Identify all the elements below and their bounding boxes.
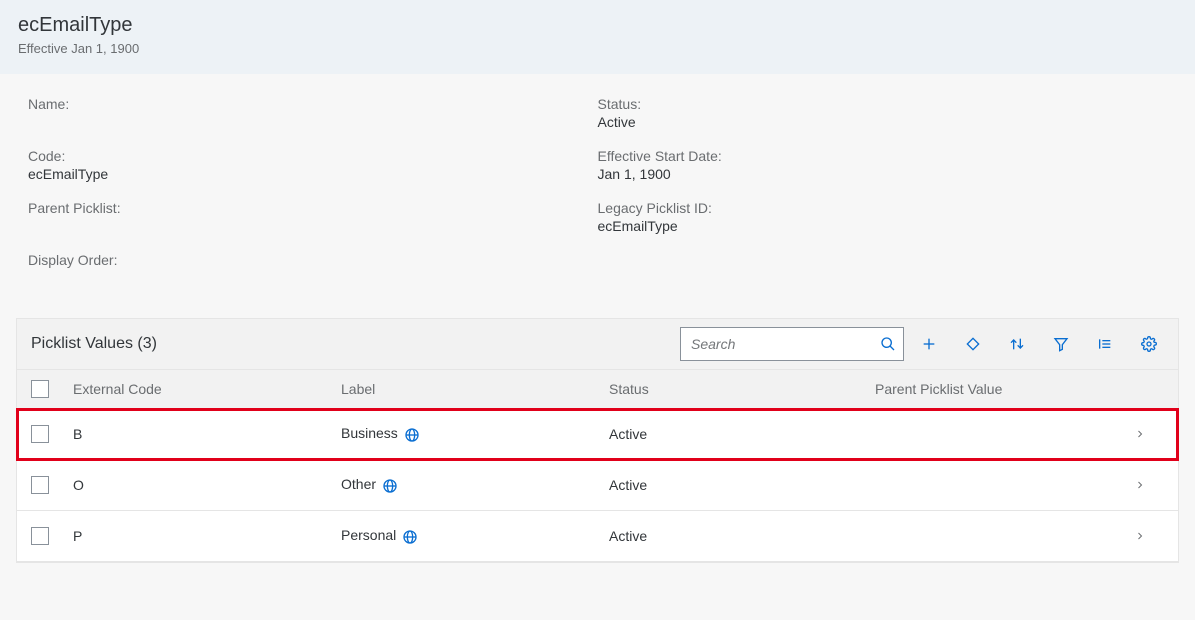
row-checkbox[interactable] [31,527,49,545]
cell-external-code: O [73,477,341,493]
sort-icon[interactable] [1008,335,1026,353]
chevron-right-icon[interactable] [1134,428,1164,440]
gear-icon[interactable] [1140,335,1158,353]
status-value: Active [598,114,1168,130]
cell-label: Business [341,425,609,442]
legacy-value: ecEmailType [598,218,1168,234]
legacy-label: Legacy Picklist ID: [598,200,1168,216]
page-header: ecEmailType Effective Jan 1, 1900 [0,0,1195,74]
cell-label: Personal [341,527,609,544]
search-icon[interactable] [878,334,898,354]
name-label: Name: [28,96,598,112]
diamond-icon[interactable] [964,335,982,353]
cell-external-code: B [73,426,341,442]
cell-label: Other [341,476,609,493]
col-header-parent[interactable]: Parent Picklist Value [875,381,1134,397]
eff-start-value: Jan 1, 1900 [598,166,1168,182]
row-checkbox[interactable] [31,425,49,443]
page-subtitle: Effective Jan 1, 1900 [18,41,1177,56]
col-header-external-code[interactable]: External Code [73,381,341,397]
cell-status: Active [609,426,875,442]
filter-icon[interactable] [1052,335,1070,353]
code-label: Code: [28,148,598,164]
chevron-right-icon[interactable] [1134,530,1164,542]
picklist-values-table: Picklist Values (3) [16,318,1179,563]
row-checkbox[interactable] [31,476,49,494]
display-order-label: Display Order: [28,252,598,268]
details-panel: Name: Status: Active Code: ecEmailType E… [0,74,1195,318]
col-header-label[interactable]: Label [341,381,609,397]
add-icon[interactable] [920,335,938,353]
eff-start-label: Effective Start Date: [598,148,1168,164]
list-icon[interactable] [1096,335,1114,353]
table-row[interactable]: PPersonalActive [17,511,1178,562]
chevron-right-icon[interactable] [1134,479,1164,491]
cell-external-code: P [73,528,341,544]
table-row[interactable]: BBusinessActive [17,409,1178,460]
page-title: ecEmailType [18,14,1177,37]
cell-status: Active [609,477,875,493]
globe-icon[interactable] [402,529,418,545]
select-all-checkbox[interactable] [31,380,49,398]
table-title: Picklist Values (3) [31,335,680,353]
globe-icon[interactable] [382,478,398,494]
table-header-row: External Code Label Status Parent Pickli… [17,370,1178,409]
parent-label: Parent Picklist: [28,200,598,216]
search-input[interactable] [680,327,904,361]
status-label: Status: [598,96,1168,112]
globe-icon[interactable] [404,427,420,443]
col-header-status[interactable]: Status [609,381,875,397]
table-toolbar: Picklist Values (3) [17,319,1178,370]
cell-status: Active [609,528,875,544]
table-row[interactable]: OOtherActive [17,460,1178,511]
code-value: ecEmailType [28,166,598,182]
